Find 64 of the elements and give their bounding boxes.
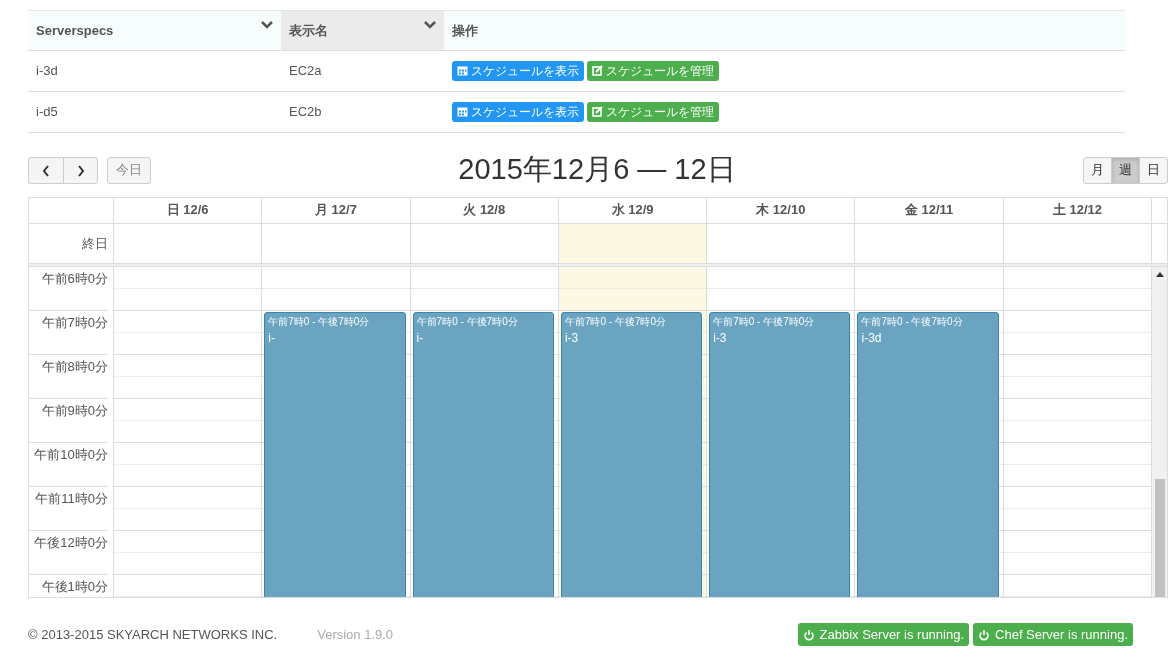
event-title: i- <box>268 330 276 347</box>
event-block[interactable]: 午前7時0 - 午後7時0分 i-3d <box>857 312 999 597</box>
next-button[interactable] <box>63 156 98 184</box>
scroll-up-icon[interactable] <box>1156 272 1165 277</box>
event-time: 午前7時0 - 午後7時0分 <box>416 315 519 329</box>
view-tab[interactable]: 月 <box>1083 156 1112 184</box>
event-title: i-3 <box>713 330 728 347</box>
power-icon <box>802 628 815 641</box>
event-block[interactable]: 午前7時0 - 午後7時0分 i- <box>264 312 406 597</box>
status-text: Chef Server is running. <box>995 625 1128 644</box>
view-schedule-button[interactable]: スケジュールを表示 <box>452 101 584 122</box>
scrollbar-thumb[interactable] <box>1155 479 1166 597</box>
event-block[interactable]: 午前7時0 - 午後7時0分 i-3 <box>709 312 851 597</box>
day-header: 火 12/8 <box>463 202 506 217</box>
event-time: 午前7時0 - 午後7時0分 <box>713 315 816 329</box>
day-header: 木 12/10 <box>756 202 806 217</box>
time-label: 午前8時0分 <box>41 359 108 374</box>
event-title: i-3d <box>861 330 883 347</box>
time-label: 午前11時0分 <box>35 491 108 506</box>
event-time: 午前7時0 - 午後7時0分 <box>564 315 668 329</box>
table-cell: EC2a <box>289 63 322 79</box>
calendar-title: 2015年12月6 — 12日 <box>457 152 737 188</box>
event-time: 午前7時0 - 午後7時0分 <box>861 315 964 329</box>
time-label: 午前9時0分 <box>41 403 108 418</box>
previous-button[interactable] <box>28 156 64 184</box>
time-label: 午前10時0分 <box>34 447 108 462</box>
view-tab[interactable]: 日 <box>1139 156 1168 184</box>
chevron-right-icon <box>76 164 85 177</box>
time-label: 午前7時0分 <box>41 315 108 330</box>
version-text: Version 1.9.0 <box>317 625 394 644</box>
column-header[interactable]: Serverspecs <box>28 10 281 51</box>
table-cell: EC2b <box>289 104 322 120</box>
event-block[interactable]: 午前7時0 - 午後7時0分 i-3 <box>560 312 703 597</box>
day-header: 水 12/9 <box>611 202 654 217</box>
event-title: i- <box>416 330 425 347</box>
day-header: 土 12/12 <box>1052 202 1102 217</box>
edit-icon <box>592 65 603 76</box>
day-header: 日 12/6 <box>166 202 209 217</box>
day-header: 月 12/7 <box>315 202 357 217</box>
time-label: 午後1時0分 <box>41 579 108 594</box>
table-cell: i-d5 <box>36 104 58 120</box>
event-block[interactable]: 午前7時0 - 午後7時0分 i- <box>412 312 554 597</box>
view-tab[interactable]: 週 <box>1111 156 1140 184</box>
power-icon <box>978 628 991 641</box>
edit-icon <box>592 106 603 117</box>
status-text: Zabbix Server is running. <box>819 625 965 644</box>
column-header: 操作 <box>444 10 1125 51</box>
copyright-text: © 2013-2015 SKYARCH NETWORKS INC. <box>28 625 278 644</box>
event-title: i-3 <box>564 330 580 347</box>
time-label: 午前6時0分 <box>41 271 108 286</box>
all-day-label: 終日 <box>82 236 108 251</box>
event-time: 午前7時0 - 午後7時0分 <box>268 315 371 329</box>
table-cell: i-3d <box>36 63 58 79</box>
chevron-left-icon <box>42 164 50 177</box>
calendar-icon <box>457 106 468 117</box>
time-label: 午後12時0分 <box>34 535 108 550</box>
day-header: 金 12/11 <box>904 202 954 217</box>
column-header[interactable]: 表示名 <box>281 10 444 51</box>
chevron-down-icon[interactable] <box>261 21 273 29</box>
manage-schedule-button[interactable]: スケジュールを管理 <box>587 60 719 81</box>
chevron-down-icon[interactable] <box>424 21 436 29</box>
calendar-icon <box>457 65 468 76</box>
manage-schedule-button[interactable]: スケジュールを管理 <box>587 101 719 122</box>
view-schedule-button[interactable]: スケジュールを表示 <box>452 60 584 81</box>
